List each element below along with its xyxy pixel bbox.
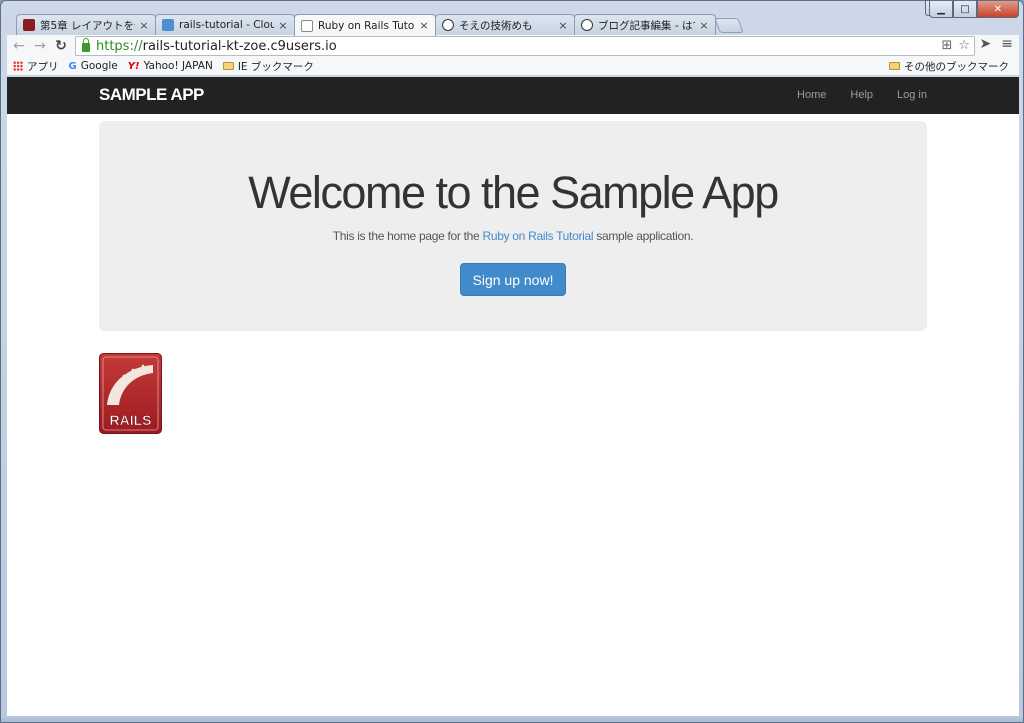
maximize-button[interactable]: □ — [953, 1, 977, 18]
nav-login[interactable]: Log in — [897, 89, 927, 101]
new-tab-button[interactable] — [714, 18, 744, 33]
bookmark-google[interactable]: G Google — [69, 60, 118, 72]
menu-icon[interactable]: ≡ — [1001, 36, 1013, 52]
translate-icon[interactable]: ⊞ — [941, 38, 952, 53]
hero-jumbotron: Welcome to the Sample App This is the ho… — [99, 121, 927, 331]
bookmarks-bar: アプリ G Google Y! Yahoo! JAPAN IE ブックマーク そ… — [7, 57, 1019, 76]
bookmark-label: IE ブックマーク — [237, 60, 314, 73]
nav-help[interactable]: Help — [850, 89, 873, 101]
close-icon[interactable]: × — [419, 19, 429, 32]
lead-text-before: This is the home page for the — [332, 229, 483, 243]
extension-cursor-icon[interactable]: ➤ — [980, 36, 992, 52]
bookmark-yahoo-japan[interactable]: Y! Yahoo! JAPAN — [128, 60, 213, 72]
tab-strip: 第5章 レイアウトを作成す × rails-tutorial - Cloud9 … — [1, 1, 1023, 36]
app-logo[interactable]: SAMPLE APP — [99, 85, 204, 105]
address-bar[interactable]: https://rails-tutorial-kt-zoe.c9users.io… — [75, 36, 975, 56]
cloud9-icon — [162, 19, 174, 31]
folder-icon — [222, 62, 234, 70]
other-bookmarks-label: その他のブックマーク — [904, 60, 1009, 73]
tab-title: ブログ記事編集 - はてな — [598, 19, 695, 32]
tab-hatena-blog-edit[interactable]: ブログ記事編集 - はてな × — [574, 14, 716, 35]
forward-arrow-icon[interactable]: → — [31, 37, 49, 55]
close-window-button[interactable]: ✕ — [977, 1, 1019, 18]
yahoo-icon: Y! — [127, 60, 140, 72]
minimize-button[interactable]: ▁ — [929, 1, 953, 18]
bookmark-label: アプリ — [27, 60, 59, 73]
bookmark-ie-folder[interactable]: IE ブックマーク — [222, 59, 314, 74]
app-header: SAMPLE APP Home Help Log in — [7, 77, 1019, 114]
url-host: rails-tutorial-kt-zoe.c9users.io — [142, 38, 337, 54]
bookmark-label: Yahoo! JAPAN — [143, 60, 213, 72]
bookmark-label: Google — [80, 60, 118, 72]
bookmark-apps[interactable]: アプリ — [13, 59, 59, 74]
close-icon[interactable]: × — [278, 19, 288, 32]
hatena-icon — [442, 19, 454, 31]
url-scheme: https:// — [96, 38, 143, 54]
lock-icon — [82, 38, 90, 52]
close-icon[interactable]: × — [139, 19, 149, 32]
omnibox-icons: ⊞ ☆ — [941, 38, 970, 53]
reload-icon[interactable]: ↻ — [52, 37, 70, 55]
apps-grid-icon — [13, 61, 23, 71]
tab-title: rails-tutorial - Cloud9 — [179, 19, 274, 31]
window-controls: ▁ □ ✕ — [929, 1, 1019, 18]
hatena-icon — [581, 19, 593, 31]
browser-toolbar: ← → ↻ https://rails-tutorial-kt-zoe.c9us… — [7, 35, 1019, 57]
tab-ruby-on-rails-tutorial[interactable]: Ruby on Rails Tutorial S × — [294, 14, 436, 36]
bookmark-star-icon[interactable]: ☆ — [958, 38, 970, 53]
tab-title: 第5章 レイアウトを作成す — [40, 19, 135, 32]
page-icon — [301, 19, 313, 32]
close-icon[interactable]: × — [699, 19, 709, 32]
tab-title: そえの技術めも — [459, 19, 533, 32]
red-book-icon — [23, 19, 35, 31]
rails-tutorial-link[interactable]: Ruby on Rails Tutorial — [482, 229, 593, 243]
other-bookmarks[interactable]: その他のブックマーク — [889, 59, 1009, 74]
tab-soe-tech-memo[interactable]: そえの技術めも × — [435, 14, 575, 35]
google-icon: G — [68, 60, 77, 72]
main-nav: Home Help Log in — [797, 89, 927, 101]
toolbar-actions: ➤ ≡ — [980, 36, 1013, 52]
signup-button[interactable]: Sign up now! — [459, 263, 567, 296]
url-text: https://rails-tutorial-kt-zoe.c9users.io — [96, 39, 337, 54]
lead-text-after: sample application. — [593, 229, 694, 243]
window-frame-bottom — [1, 716, 1023, 722]
tab-cloud9[interactable]: rails-tutorial - Cloud9 × — [155, 14, 295, 35]
browser-window: 第5章 レイアウトを作成す × rails-tutorial - Cloud9 … — [0, 0, 1024, 723]
rails-logo[interactable]: RAILS — [99, 353, 162, 434]
tab-title: Ruby on Rails Tutorial S — [318, 19, 415, 32]
nav-home[interactable]: Home — [797, 89, 826, 101]
tab-rails-chapter5[interactable]: 第5章 レイアウトを作成す × — [16, 14, 156, 35]
close-icon[interactable]: × — [558, 19, 568, 32]
hero-title: Welcome to the Sample App — [248, 167, 779, 218]
folder-icon — [889, 62, 900, 70]
hero-lead: This is the home page for the Ruby on Ra… — [99, 229, 927, 243]
page-viewport: SAMPLE APP Home Help Log in Welcome to t… — [7, 77, 1019, 718]
back-arrow-icon[interactable]: ← — [10, 37, 28, 55]
rails-logo-text: RAILS — [110, 412, 152, 428]
